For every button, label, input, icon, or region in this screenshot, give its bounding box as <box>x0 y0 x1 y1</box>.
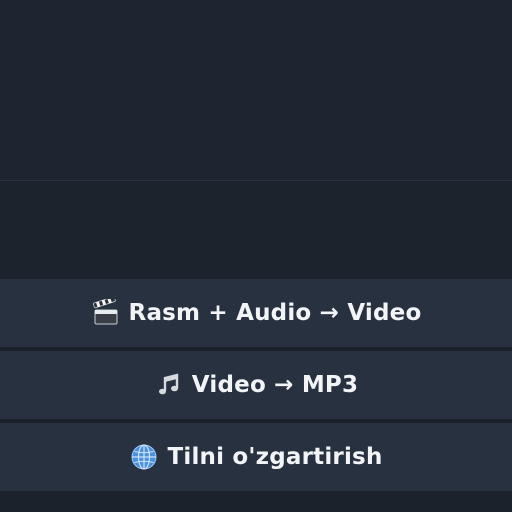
chat-message-area <box>0 0 512 180</box>
button-label: Video → MP3 <box>191 372 359 398</box>
globe-icon <box>129 442 159 472</box>
image-audio-to-video-button[interactable]: Rasm + Audio → Video <box>0 279 512 347</box>
video-to-mp3-button[interactable]: Video → MP3 <box>0 351 512 419</box>
button-label: Rasm + Audio → Video <box>128 300 422 326</box>
chat-empty-space <box>0 181 512 279</box>
clapper-board-icon <box>91 298 121 328</box>
telegram-chat-screen: Rasm + Audio → Video Video → MP3 Tilni o <box>0 0 512 512</box>
button-label: Tilni o'zgartirish <box>167 444 383 470</box>
musical-note-icon <box>154 370 184 400</box>
change-language-button[interactable]: Tilni o'zgartirish <box>0 423 512 491</box>
